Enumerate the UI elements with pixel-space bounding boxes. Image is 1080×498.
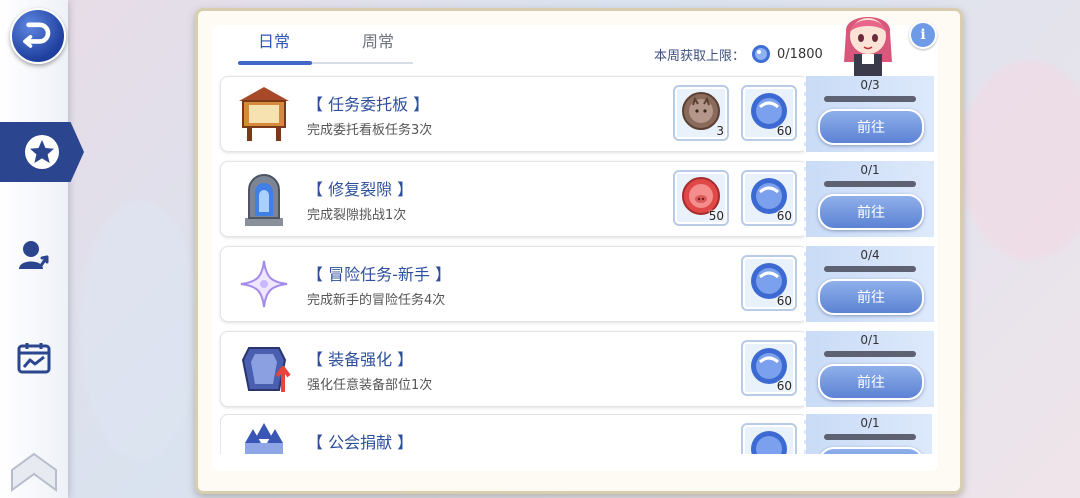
calendar-chart-icon [17, 343, 51, 374]
back-icon [23, 22, 51, 48]
task-card: 【 修复裂隙 】 完成裂隙挑战1次 50 60 [220, 161, 808, 237]
progress-text: 0/3 [860, 78, 880, 92]
reward-count: 3 [716, 124, 724, 138]
reward-count: 60 [776, 294, 792, 308]
reward-item[interactable]: 60 [741, 170, 797, 226]
task-progress-panel: 0/1 前往 [804, 331, 934, 407]
reward-item[interactable] [741, 423, 797, 454]
tab-active-indicator [238, 61, 312, 65]
armor-upgrade-icon [241, 347, 291, 392]
task-description: 完成委托看板任务3次 [307, 123, 433, 138]
task-progress-panel: 0/1 [804, 414, 932, 454]
task-progress-panel: 0/4 前往 [804, 246, 934, 322]
tab-daily[interactable]: 日常 [258, 28, 290, 52]
task-title: 【 修复裂隙 】 [307, 180, 414, 199]
go-button[interactable]: 前往 [818, 109, 924, 145]
task-row: 【 任务委托板 】 完成委托看板任务3次 3 60 0/3 前往 [220, 76, 934, 152]
task-progress-panel: 0/3 前往 [804, 76, 934, 152]
task-card: 【 装备强化 】 强化任意装备部位1次 60 [220, 331, 808, 407]
weekly-limit: 本周获取上限： 0/1800 [654, 44, 823, 64]
reward-count: 60 [776, 379, 792, 393]
sidebar-item-upgrade[interactable] [0, 225, 68, 285]
task-title: 【 冒险任务-新手 】 [307, 265, 451, 284]
task-row: 【 修复裂隙 】 完成裂隙挑战1次 50 60 0/1 前往 [220, 161, 934, 237]
blue-gem-icon [752, 45, 771, 63]
progress-bar [824, 181, 916, 187]
progress-bar [824, 96, 916, 102]
task-card: 【 公会捐献 】 [220, 414, 808, 454]
reward-count: 60 [776, 209, 792, 223]
task-title: 【 装备强化 】 [307, 350, 414, 369]
task-row: 【 装备强化 】 强化任意装备部位1次 60 0/1 前往 [220, 331, 934, 407]
progress-text: 0/4 [860, 248, 880, 262]
task-title: 【 任务委托板 】 [307, 95, 430, 114]
tab-weekly[interactable]: 周常 [362, 28, 394, 52]
chevron-up-icon[interactable] [10, 452, 58, 492]
info-button[interactable]: i [909, 21, 937, 49]
task-row: 【 公会捐献 】 0/1 [220, 414, 932, 454]
go-button[interactable]: 前往 [818, 364, 924, 400]
reward-item[interactable]: 3 [673, 85, 729, 141]
progress-bar [824, 434, 916, 440]
progress-bar [824, 266, 916, 272]
task-description: 完成新手的冒险任务4次 [307, 293, 446, 308]
go-button[interactable] [818, 447, 924, 454]
user-upgrade-icon [19, 241, 49, 269]
task-description: 完成裂隙挑战1次 [307, 208, 407, 223]
reward-count: 50 [708, 209, 724, 223]
back-button[interactable] [10, 8, 66, 64]
go-button[interactable]: 前往 [818, 279, 924, 315]
rift-portal-icon [245, 174, 283, 226]
reward-count: 60 [776, 124, 792, 138]
reward-item[interactable]: 50 [673, 170, 729, 226]
reward-item[interactable]: 60 [741, 340, 797, 396]
progress-text: 0/1 [860, 163, 880, 177]
guild-castle-icon [245, 423, 283, 454]
task-progress-panel: 0/1 前往 [804, 161, 934, 237]
star-icon [25, 135, 59, 169]
progress-bar [824, 351, 916, 357]
task-card: 【 冒险任务-新手 】 完成新手的冒险任务4次 60 [220, 246, 808, 322]
weekly-limit-label: 本周获取上限： [654, 48, 746, 64]
task-description: 强化任意装备部位1次 [307, 378, 433, 393]
weekly-limit-value: 0/1800 [777, 46, 823, 62]
sidebar-item-daily-missions[interactable] [0, 122, 84, 182]
blue-gem-icon [751, 431, 787, 454]
task-row-clip: 【 公会捐献 】 0/1 [220, 414, 932, 454]
notice-board-icon [239, 87, 289, 141]
progress-text: 0/1 [860, 333, 880, 347]
task-title: 【 公会捐献 】 [307, 433, 414, 452]
info-icon: i [920, 27, 926, 43]
reward-item[interactable]: 60 [741, 255, 797, 311]
reward-item[interactable]: 60 [741, 85, 797, 141]
sidebar-item-calendar[interactable] [0, 328, 68, 388]
progress-text: 0/1 [860, 416, 880, 430]
sparkle-star-icon [240, 260, 288, 308]
character-avatar [844, 17, 892, 80]
task-card: 【 任务委托板 】 完成委托看板任务3次 3 60 [220, 76, 808, 152]
sidebar [0, 0, 84, 498]
task-row: 【 冒险任务-新手 】 完成新手的冒险任务4次 60 0/4 前往 [220, 246, 934, 322]
go-button[interactable]: 前往 [818, 194, 924, 230]
